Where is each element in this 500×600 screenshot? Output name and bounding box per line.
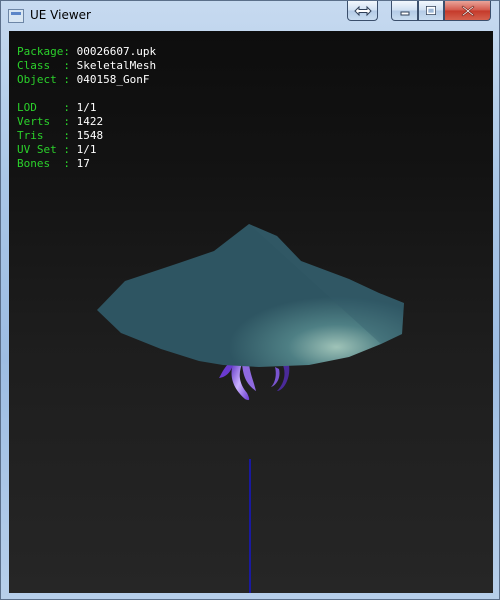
- restore-icon: [353, 5, 372, 16]
- maximize-button[interactable]: [418, 1, 444, 21]
- app-icon: [8, 9, 24, 23]
- mesh-render: [97, 224, 404, 593]
- close-icon: [461, 5, 474, 16]
- close-button[interactable]: [444, 1, 491, 21]
- mesh-viewport[interactable]: Package: 00026607.upk Class : SkeletalMe…: [9, 31, 493, 593]
- cap-mesh: [97, 224, 404, 367]
- maximize-icon: [426, 6, 436, 15]
- app-window: UE Viewer Package: 00026607.upk Class: …: [0, 0, 500, 600]
- window-title: UE Viewer: [30, 8, 91, 22]
- restore-button[interactable]: [347, 1, 378, 21]
- minimize-icon: [400, 11, 409, 15]
- tentacles-mesh: [219, 361, 290, 401]
- title-bar[interactable]: UE Viewer: [1, 1, 499, 31]
- minimize-button[interactable]: [391, 1, 418, 21]
